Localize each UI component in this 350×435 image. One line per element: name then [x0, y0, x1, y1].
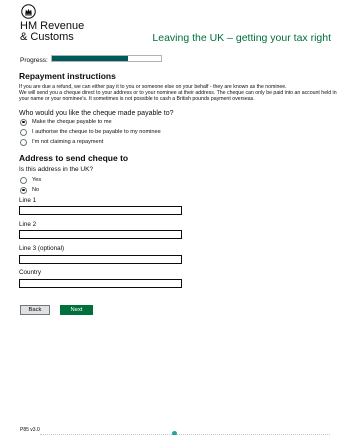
address-line3-label: Line 3 (optional) [19, 245, 65, 252]
next-button[interactable]: Next [60, 305, 93, 315]
page-header: HM Revenue & Customs Leaving the UK – ge… [0, 0, 350, 48]
radio-option-payable-to-nominee[interactable]: I authorise the cheque to be payable to … [20, 128, 161, 136]
logo-text-line2: & Customs [20, 31, 74, 43]
description-line: your name or your nominee's. It sometime… [19, 96, 255, 103]
address-line2-label: Line 2 [19, 221, 37, 228]
address-line1-input[interactable] [19, 206, 182, 215]
payable-to-question: Who would you like the cheque made payab… [19, 110, 174, 117]
country-label: Country [19, 269, 42, 276]
radio-option-yes[interactable]: Yes [20, 176, 41, 184]
version-label: P85 v3.0 [20, 427, 40, 433]
service-title[interactable]: Leaving the UK – getting your tax right [152, 32, 331, 44]
progress-label: Progress: [20, 57, 48, 64]
back-button[interactable]: Back [20, 305, 50, 315]
radio-option-payable-to-me[interactable]: Make the cheque payable to me [20, 118, 112, 126]
address-heading: Address to send cheque to [19, 153, 129, 163]
radio-option-no[interactable]: No [20, 186, 39, 194]
uk-address-question: Is this address in the UK? [19, 166, 94, 173]
royal-crest-icon [21, 4, 36, 19]
radio-button[interactable] [20, 128, 27, 136]
progress-bar-fill [52, 56, 129, 61]
radio-button[interactable] [20, 186, 27, 194]
repayment-heading: Repayment instructions [19, 71, 116, 81]
radio-label: Make the cheque payable to me [32, 119, 112, 125]
radio-label: Yes [32, 177, 42, 183]
repayment-description: If you are due a refund, we can either p… [19, 84, 339, 103]
radio-button[interactable] [20, 176, 27, 184]
address-line3-input[interactable] [19, 255, 182, 264]
progress-bar [51, 55, 162, 62]
scroll-indicator [172, 431, 177, 435]
country-input[interactable] [19, 279, 182, 288]
address-line2-input[interactable] [19, 230, 182, 239]
radio-button[interactable] [20, 118, 27, 126]
radio-button[interactable] [20, 138, 27, 146]
radio-label: I'm not claiming a repayment [32, 139, 104, 145]
radio-label: I authorise the cheque to be payable to … [32, 129, 161, 135]
radio-label: No [32, 187, 40, 193]
radio-option-not-claiming[interactable]: I'm not claiming a repayment [20, 138, 103, 146]
address-line1-label: Line 1 [19, 197, 37, 204]
